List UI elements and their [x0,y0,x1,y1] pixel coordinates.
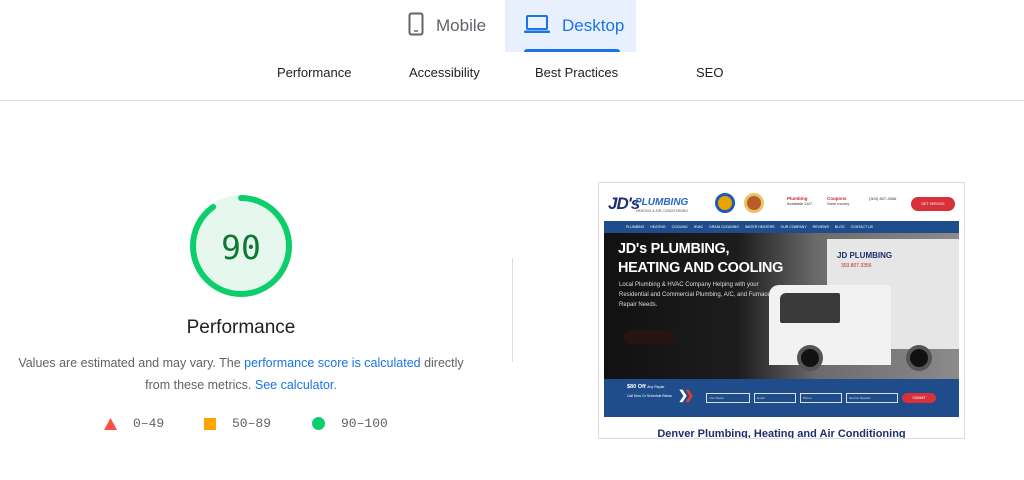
truck-windshield [780,293,840,323]
performance-title: Performance [186,317,296,338]
vertical-divider [512,258,513,362]
site-hero: JD PLUMBING 303.807.3356 JD's PLUMBING, … [604,233,959,379]
site-nav-item: COOLING [671,225,688,229]
service-plumbing: Plumbing Available 24/7 [787,196,813,206]
form-name-field: Your Name [706,393,750,403]
legend-average: 50–89 [204,416,271,431]
tab-best-practices[interactable]: Best Practices [535,65,618,80]
legend-pass: 90–100 [312,416,388,431]
tab-accessibility[interactable]: Accessibility [409,65,480,80]
seal-badge-icon [744,193,764,213]
tab-mobile[interactable]: Mobile [396,0,502,52]
site-nav-item: OUR COMPANY [780,225,807,229]
smartphone-icon [408,12,424,41]
form-email-field: Email [754,393,796,403]
performance-description: Values are estimated and may vary. The p… [16,352,466,396]
legend-fail: 0–49 [104,416,164,431]
page-screenshot-thumbnail[interactable]: JD's PLUMBING HEATING & AIR CONDITIONING… [598,182,965,439]
chevrons-icon: ❯❯ [678,388,694,402]
offer-subtitle: Call Now Or Schedule Below [627,394,672,398]
hero-title-line2: HEATING AND COOLING [618,260,784,276]
tabs-divider [0,100,1024,101]
tab-performance[interactable]: Performance [277,65,351,80]
site-nav-item: HEATING [650,225,666,229]
truck-phone: 303.807.3356 [841,263,872,269]
site-offer-form: $80 Off Any Repair Call Now Or Schedule … [604,379,959,417]
site-heading: Denver Plumbing, Heating and Air Conditi… [657,428,906,439]
score-calculated-link[interactable]: performance score is calculated [244,356,420,370]
tab-desktop[interactable]: Desktop [505,0,636,52]
hero-text: Local Plumbing & HVAC Company Helping wi… [619,282,771,308]
site-nav: PLUMBING HEATING COOLING HVAC DRAIN CLEA… [604,221,959,233]
hero-title: JD's PLUMBING, HEATING AND COOLING [618,240,783,278]
hero-button [624,330,676,344]
square-icon [204,417,216,430]
legend-pass-range: 90–100 [341,416,388,431]
site-logo-subtitle: HEATING & AIR CONDITIONING [636,209,689,213]
site-phone: (303) 807-3356 [869,196,897,201]
circle-icon [312,417,325,430]
form-phone-field: Phone [800,393,842,403]
tab-desktop-label: Desktop [562,16,625,35]
site-nav-item: REVIEWS [812,225,829,229]
site-nav-item: HVAC [693,225,704,229]
get-service-button: GET SERVICE [911,197,955,211]
see-calculator-link[interactable]: See calculator. [255,378,337,392]
tab-mobile-label: Mobile [436,16,487,35]
site-header: JD's PLUMBING HEATING & AIR CONDITIONING… [599,183,964,221]
tab-seo[interactable]: SEO [696,65,723,80]
truck-brand: JD PLUMBING [837,251,893,260]
site-nav-item: CONTACT US [850,225,873,229]
legend-fail-range: 0–49 [133,416,165,431]
laptop-icon [524,14,550,39]
description-text: Values are estimated and may vary. The [18,356,245,370]
selected-tab-indicator [524,49,620,52]
form-service-select: Service Needed [846,393,898,403]
hero-title-line1: JD's PLUMBING, [618,241,730,257]
truck-wheel [906,345,932,371]
offer-title: $80 Off Any Repair [627,384,665,390]
truck-wheel [797,345,823,371]
triangle-icon [104,417,117,430]
site-nav-item: PLUMBING [626,225,645,229]
form-submit-button: SUBMIT [902,393,936,403]
legend-average-range: 50–89 [232,416,272,431]
service-coupons: Coupons Save money [827,196,850,206]
site-nav-item: BLOG [834,225,845,229]
site-logo-brand: PLUMBING [635,197,689,208]
site-nav-item: DRAIN CLEANING [709,225,739,229]
award-badge-icon [715,193,735,213]
performance-score: 90 [221,228,261,267]
site-nav-item: WATER HEATERS [744,225,775,229]
